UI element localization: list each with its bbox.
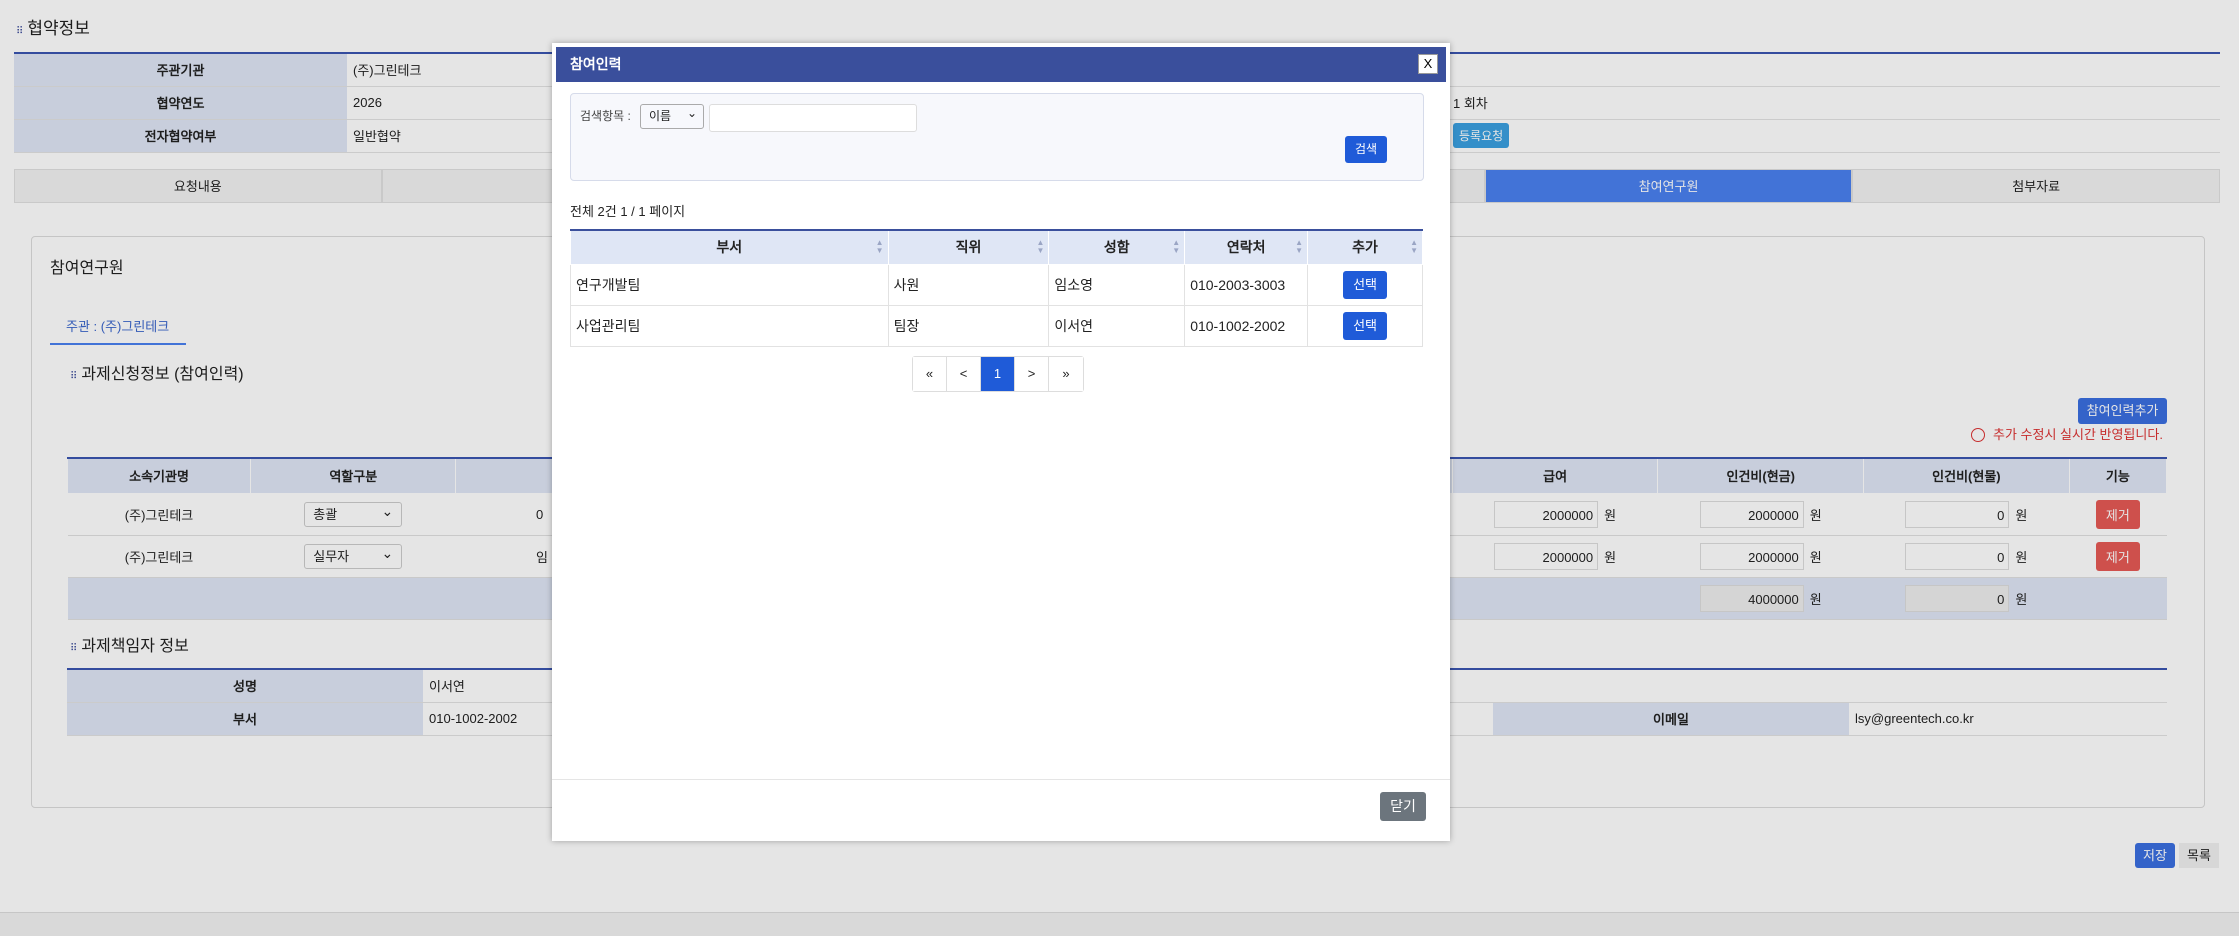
col-name[interactable]: 성함 ▲ ▼ — [1048, 229, 1186, 265]
modal-close-button[interactable]: 닫기 — [1380, 792, 1426, 821]
page-prev-button[interactable]: < — [947, 357, 981, 391]
add-cell: 선택 — [1307, 304, 1423, 347]
page-first-button[interactable]: « — [913, 357, 947, 391]
search-input[interactable] — [709, 104, 917, 132]
sort-icon: ▲ ▼ — [1036, 238, 1045, 255]
page-last-button[interactable]: » — [1049, 357, 1083, 391]
position-cell: 팀장 — [887, 304, 1050, 347]
col-name-label: 성함 — [1103, 239, 1130, 256]
page-1-button[interactable]: 1 — [981, 357, 1015, 391]
modal-title: 참여인력 — [556, 47, 1446, 82]
dept-cell: 연구개발팀 — [570, 263, 889, 306]
col-add[interactable]: 추가 ▲ ▼ — [1307, 229, 1423, 265]
staff-table: 부서 ▲ ▼ 직위 ▲ ▼ 성함 ▲ ▼ 연락처 ▲ ▼ 추가 ▲ ▼ 연구개발팀 사원 임소영 0… — [570, 229, 1423, 347]
search-label: 검색항목 : — [580, 109, 631, 123]
modal-footer-divider — [552, 779, 1450, 780]
result-count: 전체 2건 1 / 1 페이지 — [570, 204, 686, 219]
sort-icon: ▲ ▼ — [1410, 238, 1418, 255]
select-button[interactable]: 선택 — [1343, 311, 1388, 340]
add-cell: 선택 — [1307, 263, 1423, 306]
search-button[interactable]: 검색 — [1345, 136, 1387, 163]
col-position-label: 직위 — [955, 239, 982, 256]
col-position[interactable]: 직위 ▲ ▼ — [887, 229, 1050, 265]
select-button[interactable]: 선택 — [1343, 270, 1388, 299]
sort-icon: ▲ ▼ — [1295, 238, 1304, 255]
col-phone-label: 연락처 — [1226, 239, 1266, 256]
search-field-select[interactable]: 이름 — [640, 102, 704, 129]
name-cell: 임소영 — [1048, 263, 1186, 306]
table-row: 연구개발팀 사원 임소영 010-2003-3003 선택 — [570, 263, 1423, 306]
sort-icon: ▲ ▼ — [875, 238, 884, 255]
pagination: « < 1 > » — [912, 356, 1084, 392]
col-dept-label: 부서 — [716, 239, 743, 256]
col-phone[interactable]: 연락처 ▲ ▼ — [1184, 229, 1309, 265]
phone-cell: 010-2003-3003 — [1184, 263, 1309, 306]
position-cell: 사원 — [887, 263, 1050, 306]
dept-cell: 사업관리팀 — [570, 304, 889, 347]
sort-icon: ▲ ▼ — [1172, 238, 1181, 255]
table-row: 사업관리팀 팀장 이서연 010-1002-2002 선택 — [570, 304, 1423, 347]
name-cell: 이서연 — [1048, 304, 1186, 347]
phone-cell: 010-1002-2002 — [1184, 304, 1309, 347]
col-add-label: 추가 — [1352, 239, 1378, 256]
modal-close-x-button[interactable]: X — [1418, 54, 1438, 74]
page-next-button[interactable]: > — [1015, 357, 1049, 391]
col-dept[interactable]: 부서 ▲ ▼ — [570, 229, 889, 265]
